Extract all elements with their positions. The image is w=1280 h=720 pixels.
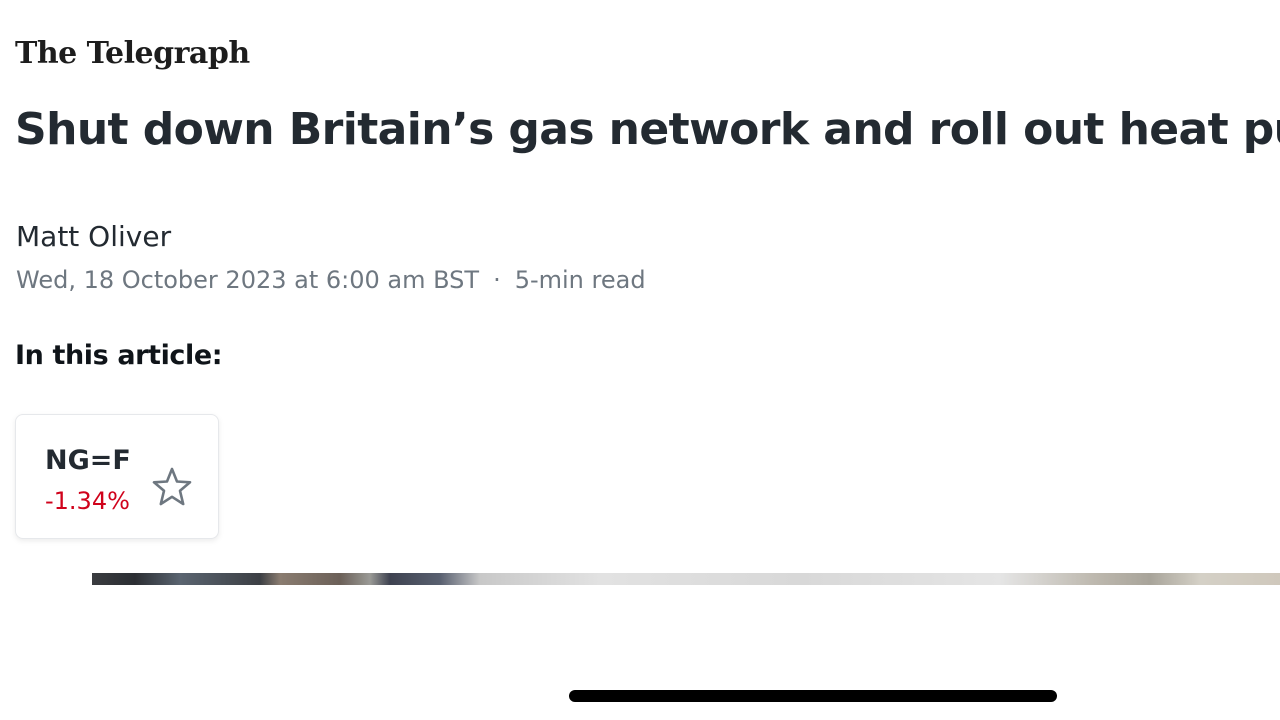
article-page: The Telegraph Shut down Britain’s gas ne… <box>0 0 1280 720</box>
ticker-symbol: NG=F <box>45 445 131 476</box>
home-indicator <box>569 690 1057 702</box>
ticker-card-ng-f[interactable]: NG=F -1.34% <box>15 414 219 539</box>
read-time: 5-min read <box>514 266 646 294</box>
in-this-article-heading: In this article: <box>15 340 223 371</box>
ticker-change-percent: -1.34% <box>45 487 130 515</box>
author-name[interactable]: Matt Oliver <box>16 220 171 253</box>
meta-separator: · <box>493 266 501 294</box>
publisher-logo[interactable]: The Telegraph <box>15 36 250 71</box>
publish-date: Wed, 18 October 2023 at 6:00 am BST <box>16 266 480 294</box>
hero-image <box>0 573 1280 585</box>
article-headline: Shut down Britain’s gas network and roll… <box>15 104 1280 155</box>
article-meta: Wed, 18 October 2023 at 6:00 am BST · 5-mi… <box>16 266 646 294</box>
star-outline-icon[interactable] <box>150 465 194 509</box>
